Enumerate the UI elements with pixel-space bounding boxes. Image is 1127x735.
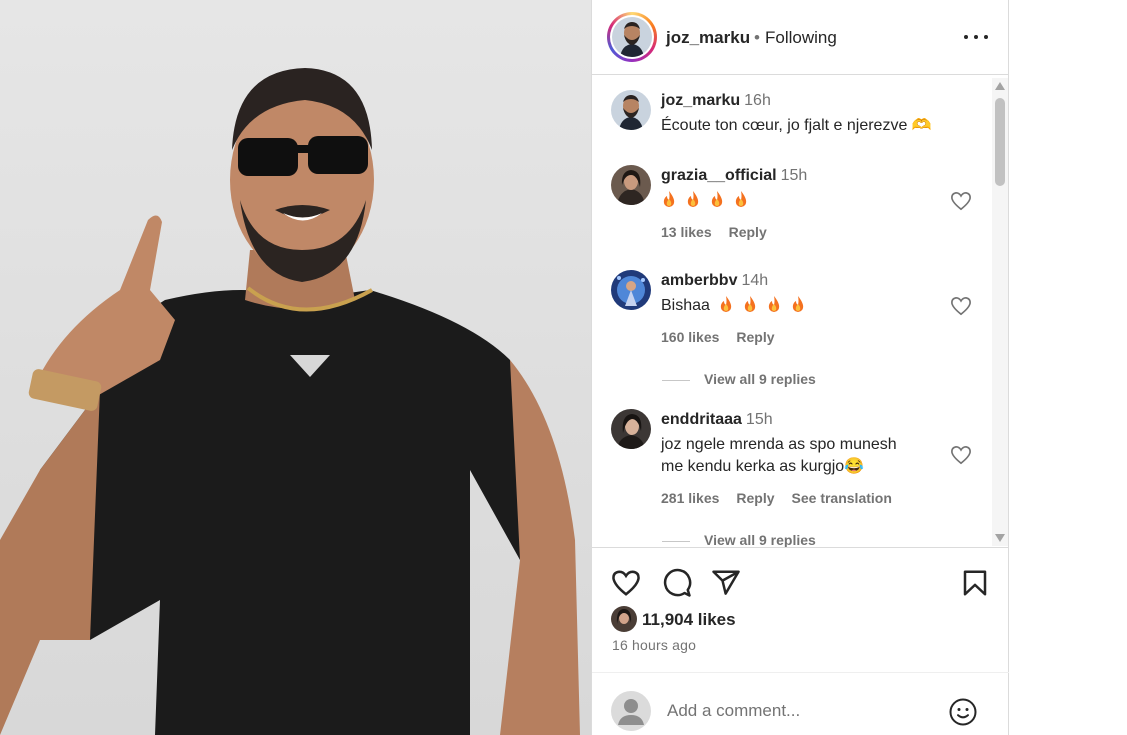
author-username-link[interactable]: joz_marku	[666, 28, 750, 48]
comments-scrollbar[interactable]	[992, 78, 1008, 546]
likes-count[interactable]: 11,904 likes	[642, 610, 736, 630]
comment-text-body: Bishaa	[661, 297, 710, 314]
add-comment-bar	[592, 672, 1010, 735]
header-separator: •	[754, 28, 760, 47]
comment-item: enddritaaa 15h joz ngele mrenda as spo mu…	[592, 407, 992, 547]
replies-divider-line	[662, 540, 690, 542]
like-comment-heart-icon[interactable]	[950, 191, 972, 211]
caption-username[interactable]: joz_marku 16h	[661, 92, 771, 110]
post-photo[interactable]	[0, 0, 591, 735]
comment-time: 15h	[745, 411, 773, 428]
fire-emoji	[742, 295, 758, 313]
scroll-up-arrow-icon[interactable]	[995, 82, 1005, 90]
view-replies-label: View all 9 replies	[704, 532, 816, 547]
caption-text: Écoute ton cœur, jo fjalt e njerezve 🫶	[661, 117, 932, 134]
post-side-panel: joz_marku • Following joz_marku 16h Écout…	[591, 0, 1010, 735]
comment-meta: 281 likes Reply See translation	[661, 490, 909, 506]
reply-button[interactable]: Reply	[736, 329, 774, 345]
comment-username[interactable]: amberbbv 14h	[661, 272, 768, 290]
scrollbar-thumb[interactable]	[995, 98, 1005, 186]
share-icon[interactable]	[711, 568, 741, 598]
like-comment-heart-icon[interactable]	[950, 296, 972, 316]
fire-emoji	[733, 190, 749, 208]
heart-icon[interactable]	[611, 568, 641, 598]
comment-item: amberbbv 14h Bishaa 160 likes Reply View a…	[592, 268, 992, 393]
author-avatar	[612, 17, 652, 57]
reply-button[interactable]: Reply	[729, 224, 767, 240]
reply-button[interactable]: Reply	[736, 490, 774, 506]
fire-emoji	[709, 190, 725, 208]
comment-meta: 13 likes Reply	[661, 224, 784, 240]
see-translation-button[interactable]: See translation	[792, 490, 892, 506]
fire-emoji	[661, 190, 677, 208]
comment-likes-count[interactable]: 13 likes	[661, 224, 712, 240]
fire-emoji	[766, 295, 782, 313]
comment-time: 14h	[741, 272, 769, 289]
comment-username[interactable]: enddritaaa 15h	[661, 411, 773, 429]
comment-icon[interactable]	[662, 568, 692, 598]
comment-avatar[interactable]	[611, 270, 651, 310]
comment-avatar[interactable]	[611, 409, 651, 449]
comment-text-line-1: joz ngele mrenda as spo munesh	[661, 436, 897, 453]
fire-emoji	[685, 190, 701, 208]
comment-likes-count[interactable]: 281 likes	[661, 490, 719, 506]
fire-emoji	[718, 295, 734, 313]
comments-list: joz_marku 16h Écoute ton cœur, jo fjalt e…	[592, 75, 1010, 547]
like-comment-heart-icon[interactable]	[950, 445, 972, 465]
caption-item: joz_marku 16h Écoute ton cœur, jo fjalt e…	[592, 89, 992, 149]
instagram-post-window: joz_marku • Following joz_marku 16h Écout…	[0, 0, 1127, 735]
caption-time: 16h	[744, 92, 771, 109]
comment-time: 15h	[780, 167, 808, 184]
more-horizontal-icon[interactable]	[962, 22, 990, 52]
post-actions: 11,904 likes 16 hours ago	[592, 547, 1010, 672]
post-header: joz_marku • Following	[592, 0, 1010, 75]
view-replies-label: View all 9 replies	[704, 371, 816, 387]
comment-text: Bishaa	[661, 295, 814, 317]
comment-text	[661, 190, 757, 212]
bookmark-icon[interactable]	[960, 568, 990, 598]
post-photo-man-pointing-up	[0, 68, 580, 735]
following-button[interactable]: Following	[765, 28, 837, 48]
scroll-down-arrow-icon[interactable]	[995, 534, 1005, 542]
page-background	[1009, 0, 1127, 735]
add-comment-input[interactable]	[667, 701, 927, 721]
comment-username[interactable]: grazia__official 15h	[661, 167, 807, 185]
comment-likes-count[interactable]: 160 likes	[661, 329, 719, 345]
post-time-ago[interactable]: 16 hours ago	[612, 637, 696, 653]
comment-avatar[interactable]	[611, 165, 651, 205]
liker-avatar[interactable]	[611, 606, 637, 632]
view-replies-button[interactable]: View all 9 replies	[662, 371, 816, 387]
emoji-icon[interactable]	[948, 697, 978, 727]
replies-divider-line	[662, 379, 690, 381]
fire-emoji	[790, 295, 806, 313]
comment-item: grazia__official 15h 13 likes Reply	[592, 163, 992, 243]
comment-text-line-2: me kendu kerka as kurgjo😂	[661, 458, 865, 475]
comment-meta: 160 likes Reply	[661, 329, 792, 345]
caption-avatar[interactable]	[611, 90, 651, 130]
current-user-avatar	[611, 691, 651, 731]
view-replies-button[interactable]: View all 9 replies	[662, 532, 816, 547]
author-avatar-story-ring[interactable]	[607, 12, 657, 62]
